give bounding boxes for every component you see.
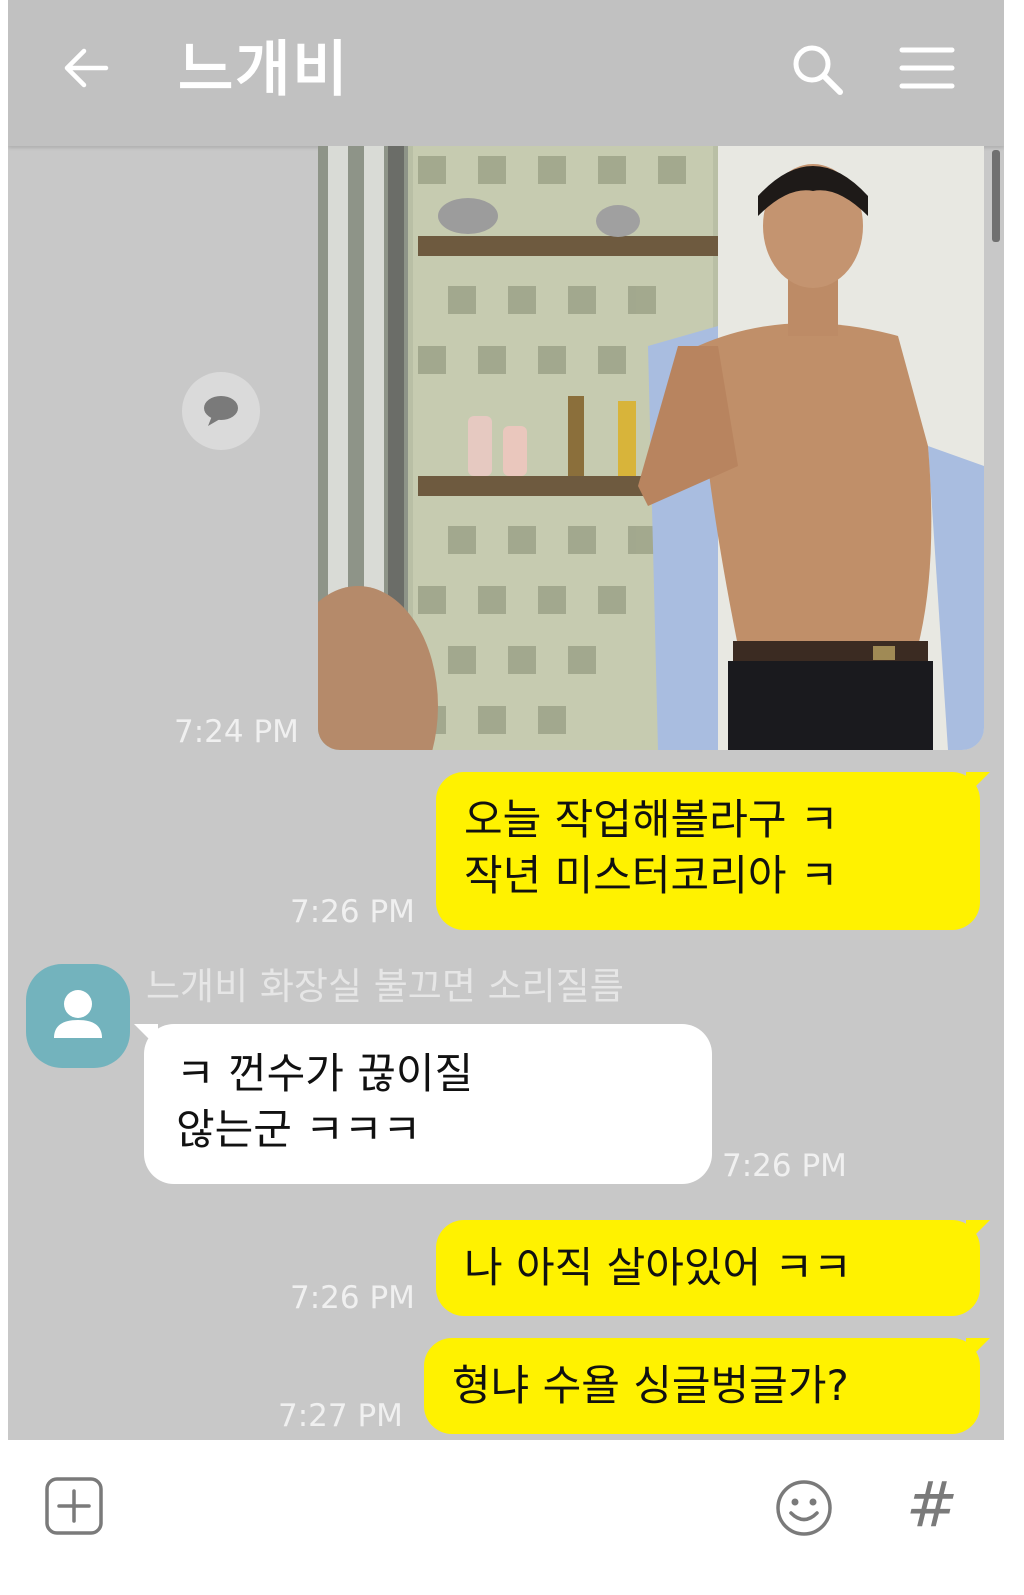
message-time: 7:26 PM bbox=[290, 894, 415, 930]
message-line: 작년 미스터코리아 ㅋ bbox=[464, 851, 839, 900]
sender-name: 느개비 화장실 불끄면 소리질름 bbox=[146, 965, 624, 1008]
arrow-left-icon[interactable] bbox=[60, 42, 112, 94]
message-line: 오늘 작업해볼라구 ㅋ bbox=[464, 795, 839, 844]
plus-square-icon[interactable] bbox=[44, 1476, 104, 1536]
speech-bubble-icon bbox=[204, 396, 238, 426]
avatar[interactable] bbox=[26, 964, 130, 1068]
search-icon[interactable] bbox=[788, 40, 846, 98]
message-input-bar: # bbox=[8, 1440, 1004, 1595]
message-line: 형냐 수욜 싱글벙글가? bbox=[452, 1361, 849, 1410]
message-line: 나 아직 살아있어 ㅋㅋ bbox=[464, 1243, 852, 1292]
message-line: ㅋ 껀수가 끊이질 bbox=[176, 1049, 474, 1098]
message-time: 7:27 PM bbox=[278, 1398, 403, 1434]
my-message-bubble[interactable]: 형냐 수욜 싱글벙글가? bbox=[424, 1338, 990, 1434]
share-button[interactable] bbox=[182, 372, 260, 450]
chat-screen: 느개비 7:24 PM 오늘 작업해볼라구 ㅋ 작년 미스터코리아 ㅋ 7:26… bbox=[8, 0, 1004, 1595]
hashtag-icon[interactable]: # bbox=[900, 1470, 964, 1540]
message-time: 7:26 PM bbox=[290, 1280, 415, 1316]
person-icon bbox=[54, 990, 102, 1038]
chat-header: 느개비 bbox=[8, 0, 1004, 146]
smiley-icon[interactable] bbox=[774, 1478, 834, 1538]
chat-title: 느개비 bbox=[178, 35, 350, 105]
photo-message[interactable] bbox=[318, 146, 984, 750]
photo-image bbox=[318, 146, 984, 750]
message-time: 7:24 PM bbox=[174, 714, 299, 750]
hamburger-menu-icon[interactable] bbox=[898, 42, 956, 94]
my-message-bubble[interactable]: 나 아직 살아있어 ㅋㅋ bbox=[436, 1220, 990, 1316]
message-time: 7:26 PM bbox=[722, 1148, 847, 1184]
other-message-bubble[interactable]: ㅋ 껀수가 끊이질 않는군 ㅋㅋㅋ bbox=[134, 1024, 712, 1184]
message-line: 않는군 ㅋㅋㅋ bbox=[176, 1105, 422, 1154]
scrollbar-thumb[interactable] bbox=[992, 150, 1000, 242]
my-message-bubble[interactable]: 오늘 작업해볼라구 ㅋ 작년 미스터코리아 ㅋ bbox=[436, 772, 990, 930]
